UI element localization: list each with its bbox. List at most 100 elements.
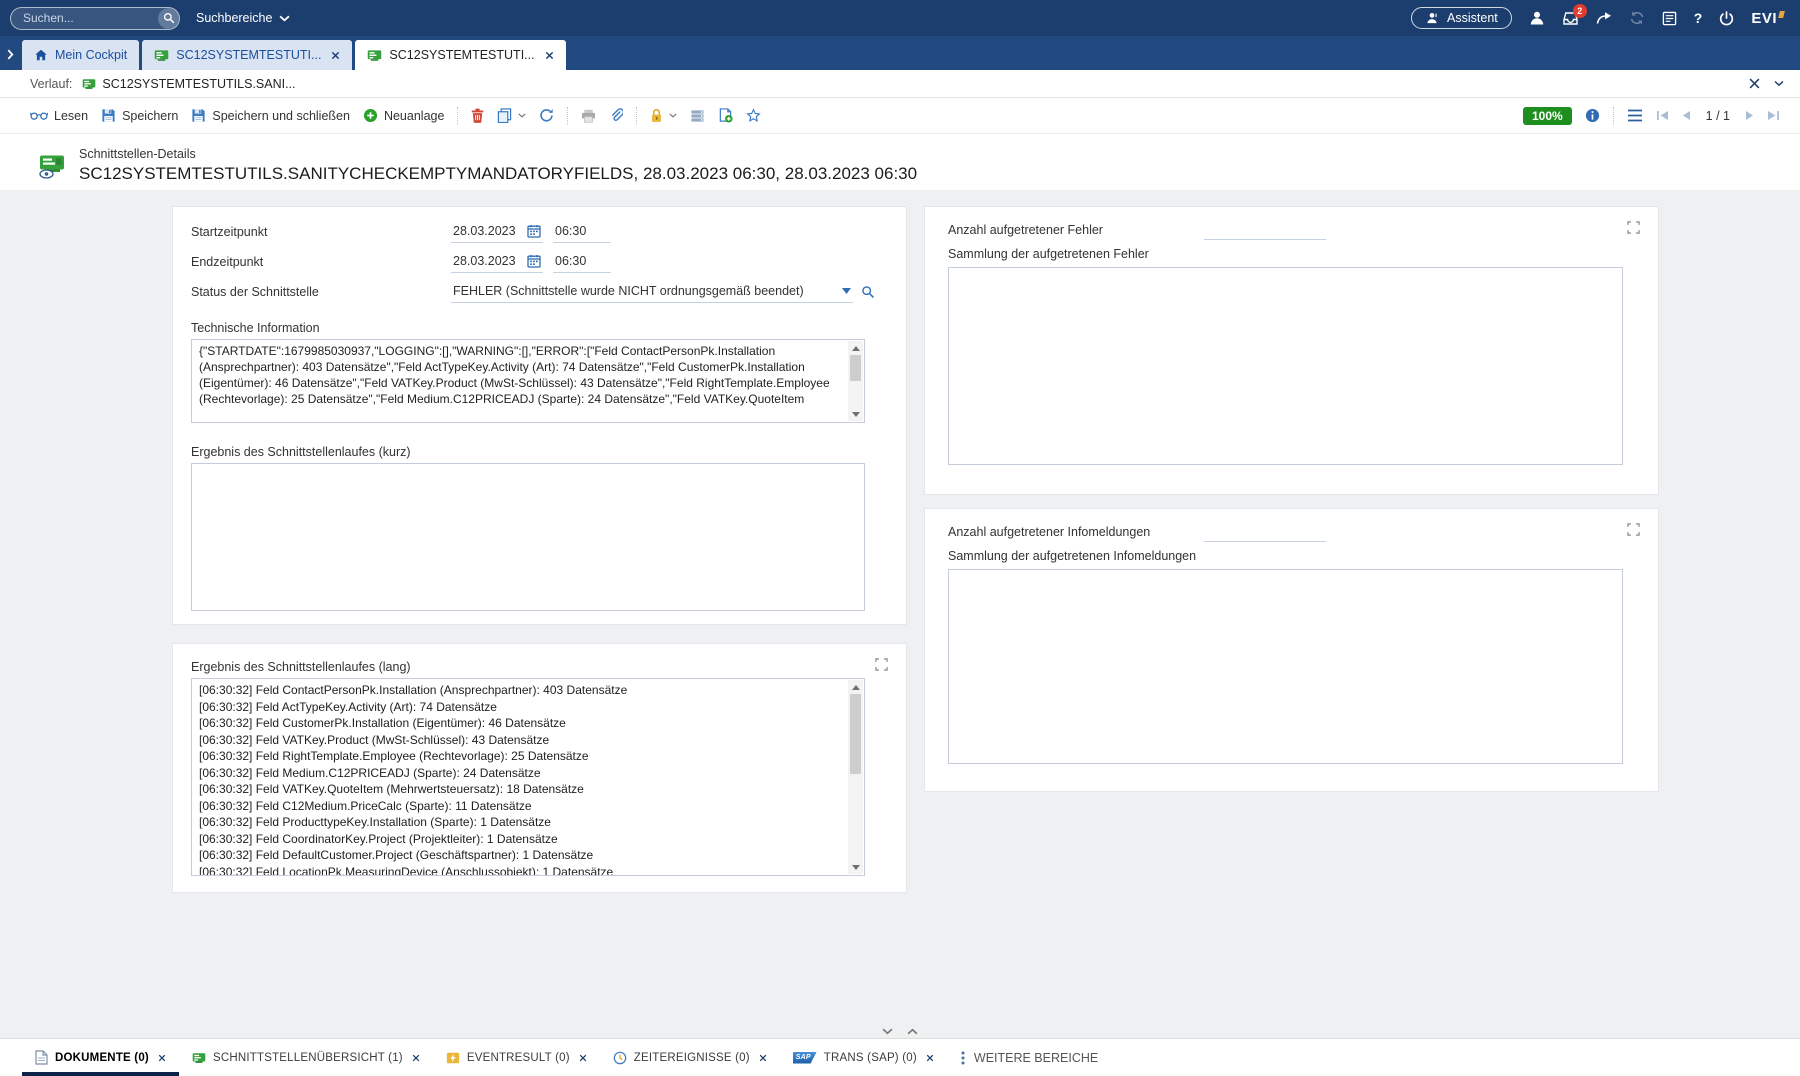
plus-circle-icon: [363, 108, 378, 123]
scrollbar[interactable]: [848, 341, 863, 421]
bottom-tab-label: TRANS (SAP) (0): [824, 1052, 917, 1064]
close-icon[interactable]: [331, 51, 340, 60]
info-count-label: Anzahl aufgetretener Infomeldungen: [948, 525, 1204, 539]
save-and-close-button[interactable]: Speichern und schließen: [191, 108, 350, 123]
brand-logo: EVI: [1751, 10, 1784, 27]
interface-icon: [82, 77, 96, 91]
close-icon[interactable]: [158, 1054, 166, 1062]
history-item[interactable]: SC12SYSTEMTESTUTILS.SANI...: [82, 77, 295, 91]
info-count-field[interactable]: [1204, 523, 1326, 542]
tab-interface-1[interactable]: SC12SYSTEMTESTUTI...: [142, 40, 352, 70]
scrollbar-thumb[interactable]: [850, 355, 861, 381]
error-count-field[interactable]: [1204, 221, 1326, 240]
prev-page-icon[interactable]: [1682, 110, 1691, 121]
error-count-row: Anzahl aufgetretener Fehler: [925, 215, 1658, 245]
scrollbar-thumb[interactable]: [850, 694, 861, 774]
start-date-field[interactable]: 28.03.2023: [451, 221, 543, 243]
save-button[interactable]: Speichern: [101, 108, 178, 123]
info-count-row: Anzahl aufgetretener Infomeldungen: [925, 517, 1658, 547]
favorite-button[interactable]: [746, 108, 761, 123]
start-time-field[interactable]: 06:30: [553, 221, 611, 243]
expand-icon[interactable]: [1627, 523, 1640, 536]
bottom-tab-trans-sap[interactable]: SAP TRANS (SAP) (0): [780, 1039, 947, 1076]
tab-mein-cockpit[interactable]: Mein Cockpit: [22, 40, 139, 70]
refresh-button[interactable]: [539, 108, 554, 123]
close-icon[interactable]: [926, 1054, 934, 1062]
sync-icon[interactable]: [1629, 10, 1645, 26]
notifications-icon[interactable]: 2: [1562, 11, 1579, 26]
delete-button[interactable]: [471, 108, 484, 123]
expand-icon[interactable]: [1627, 221, 1640, 234]
search-input[interactable]: [10, 7, 180, 30]
tech-info-box[interactable]: {"STARTDATE":1679985030937,"LOGGING":[],…: [191, 339, 865, 423]
search-scopes-button[interactable]: Suchbereiche: [196, 11, 290, 25]
more-areas-button[interactable]: WEITERE BEREICHE: [947, 1039, 1112, 1076]
close-icon[interactable]: [579, 1054, 587, 1062]
toolbar-divider: [567, 107, 568, 125]
end-time-value: 06:30: [555, 254, 586, 268]
read-button[interactable]: Lesen: [30, 109, 88, 123]
user-icon[interactable]: [1529, 10, 1545, 26]
status-dropdown[interactable]: FEHLER (Schnittstelle wurde NICHT ordnun…: [451, 281, 853, 303]
scroll-down-icon[interactable]: [848, 407, 863, 421]
status-lookup-icon[interactable]: [861, 285, 875, 299]
next-page-icon[interactable]: [1745, 110, 1754, 121]
history-chevron-down-icon[interactable]: [1774, 80, 1784, 87]
menu-icon[interactable]: [1627, 109, 1643, 122]
report-icon[interactable]: [1662, 11, 1677, 26]
search-icon[interactable]: [158, 8, 179, 29]
create-button[interactable]: Neuanlage: [363, 108, 444, 123]
copy-menu-chevron-icon[interactable]: [518, 113, 526, 118]
collapse-chevron-down-icon[interactable]: [882, 1028, 893, 1035]
end-date-field[interactable]: 28.03.2023: [451, 251, 543, 273]
scrollbar-track[interactable]: [848, 355, 863, 407]
redo-icon[interactable]: [1596, 11, 1612, 25]
close-icon[interactable]: [759, 1054, 767, 1062]
calendar-icon[interactable]: [527, 254, 541, 268]
error-collection-box[interactable]: [948, 267, 1623, 465]
scrollbar-track[interactable]: [848, 694, 863, 860]
details-panel: Startzeitpunkt 28.03.2023 06:30 Endzeitp…: [172, 206, 907, 625]
close-icon[interactable]: [545, 51, 554, 60]
last-page-icon[interactable]: [1767, 110, 1780, 121]
print-button[interactable]: [581, 109, 596, 123]
result-long-box[interactable]: [06:30:32] Feld ContactPersonPk.Installa…: [191, 678, 865, 876]
bottom-tab-dokumente[interactable]: DOKUMENTE (0): [22, 1039, 179, 1076]
scrollbar[interactable]: [848, 680, 863, 874]
close-icon[interactable]: [412, 1054, 420, 1062]
bottom-tab-eventresult[interactable]: EVENTRESULT (0): [433, 1039, 600, 1076]
copy-button[interactable]: [497, 108, 512, 123]
end-time-field[interactable]: 06:30: [553, 251, 611, 273]
collapse-chevron-up-icon[interactable]: [907, 1028, 918, 1035]
tab-interface-2-active[interactable]: SC12SYSTEMTESTUTI...: [355, 40, 565, 70]
info-icon[interactable]: [1585, 108, 1600, 123]
scroll-down-icon[interactable]: [848, 860, 863, 874]
lock-button[interactable]: [650, 108, 663, 123]
assistant-label: Assistent: [1447, 11, 1498, 25]
expand-icon[interactable]: [875, 658, 888, 671]
tab-overflow-chevron-icon[interactable]: [7, 49, 14, 60]
close-history-icon[interactable]: [1749, 78, 1760, 89]
record-type-label: Schnittstellen-Details: [79, 147, 917, 161]
scroll-up-icon[interactable]: [848, 341, 863, 355]
attachment-button[interactable]: [609, 108, 623, 123]
help-icon[interactable]: ?: [1694, 10, 1703, 26]
result-short-box[interactable]: [191, 463, 865, 611]
zoom-badge[interactable]: 100%: [1523, 107, 1572, 125]
assistant-button[interactable]: Assistent: [1411, 7, 1512, 29]
lock-menu-chevron-icon[interactable]: [669, 113, 677, 118]
first-page-icon[interactable]: [1656, 110, 1669, 121]
bottom-tab-schnittstellenuebersicht[interactable]: SCHNITTSTELLENÜBERSICHT (1): [179, 1039, 433, 1076]
calendar-icon[interactable]: [527, 224, 541, 238]
log-line: [06:30:32] Feld ActTypeKey.Activity (Art…: [192, 699, 864, 716]
save-icon: [191, 108, 206, 123]
add-note-button[interactable]: [718, 108, 733, 123]
server-button[interactable]: [690, 109, 705, 123]
bottom-tab-zeitereignisse[interactable]: ZEITEREIGNISSE (0): [600, 1039, 780, 1076]
tech-info-label: Technische Information: [173, 321, 906, 335]
lock-icon: [650, 108, 663, 123]
dropdown-arrow-icon[interactable]: [842, 288, 851, 294]
scroll-up-icon[interactable]: [848, 680, 863, 694]
info-collection-box[interactable]: [948, 569, 1623, 764]
power-icon[interactable]: [1719, 11, 1734, 26]
